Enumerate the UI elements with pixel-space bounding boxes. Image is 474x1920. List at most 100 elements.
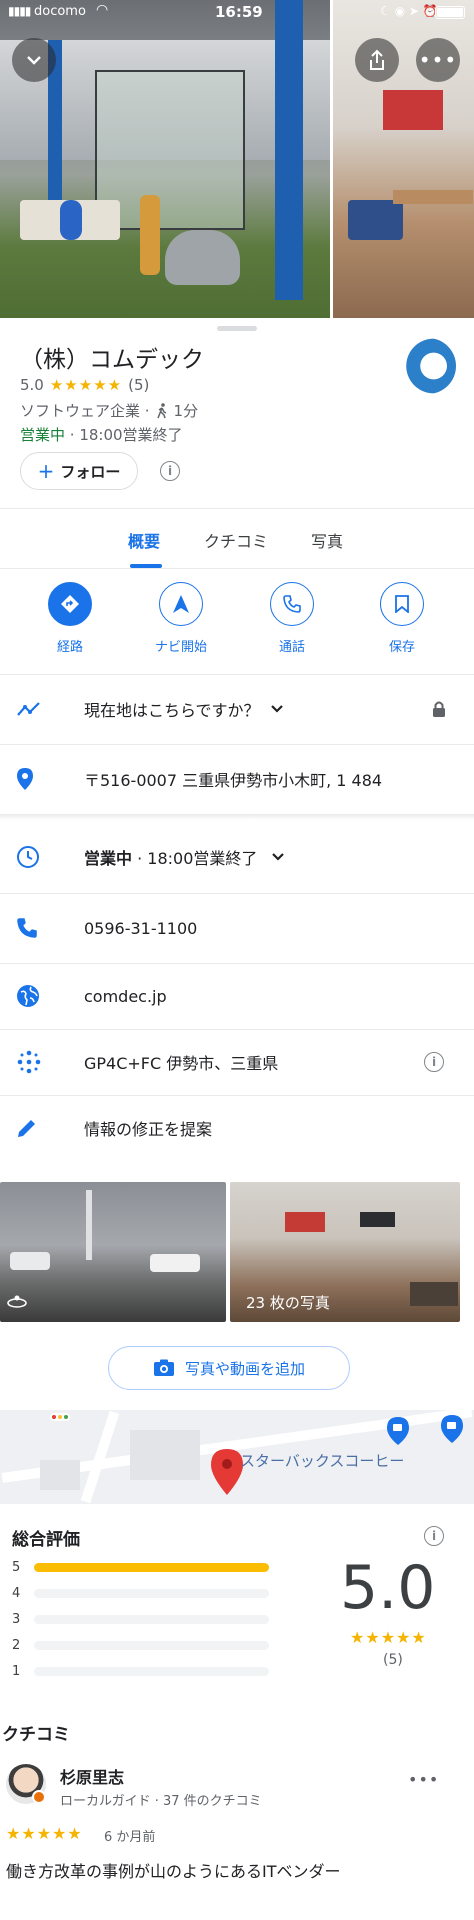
share-button[interactable]: [355, 38, 399, 82]
ratings-heading: 総合評価: [12, 1530, 80, 1550]
place-sheet: （株）コムデック 5.0 ★★★★★ (5) ソフトウェア企業 · 1分 営業中…: [0, 318, 474, 1920]
sign-pole: [86, 1190, 92, 1260]
hours-text: 営業中 · 18:00営業終了: [84, 845, 257, 869]
map-poi-label: スターバックスコーヒー: [240, 1452, 405, 1470]
sofa: [410, 1282, 458, 1306]
place-name: （株）コムデック: [20, 347, 204, 373]
pencil-icon: [0, 1117, 56, 1139]
more-options-button[interactable]: •••: [416, 38, 460, 82]
follow-button[interactable]: + フォロー: [20, 452, 138, 490]
save-button[interactable]: 保存: [357, 582, 447, 655]
plus-code-row[interactable]: GP4C+FC 伊勢市、三重県 i: [0, 1029, 474, 1095]
phone-number: 0596-31-1100: [84, 918, 198, 938]
review-time: 6 か月前: [104, 1830, 156, 1845]
red-panel: [285, 1212, 325, 1232]
bookmark-icon: [380, 582, 424, 626]
hours-close: · 18:00営業終了: [132, 849, 258, 868]
local-guide-badge-icon: [32, 1790, 46, 1804]
rating-bar-fill: [34, 1563, 269, 1572]
rating-bar-label: 5: [12, 1560, 21, 1575]
signal-icon: ▮▮▮▮: [8, 4, 31, 18]
street-view-photo[interactable]: [0, 1182, 226, 1322]
wall-monitor: [360, 1212, 395, 1227]
status-icons: ☾ ◉ ➤ ⏰: [380, 4, 438, 18]
review-count: (5): [128, 376, 150, 394]
walking-icon: [156, 402, 166, 418]
rating-bar-label: 1: [12, 1664, 21, 1679]
drag-handle[interactable]: [217, 326, 257, 331]
street-view-icon: [7, 1295, 27, 1308]
reviewer-meta: ローカルガイド · 37 件のクチコミ: [60, 1794, 262, 1809]
photo-count-label: 23 枚の写真: [246, 1294, 330, 1312]
rating-stars: ★★★★★: [49, 376, 123, 394]
overall-score: 5.0: [340, 1553, 436, 1623]
elephant-toy: [165, 230, 240, 285]
info-icon[interactable]: i: [424, 1052, 444, 1072]
reviewer-name[interactable]: 杉原里志: [60, 1764, 124, 1788]
tab-overview[interactable]: 概要: [128, 528, 160, 552]
walk-time: 1分: [173, 402, 199, 420]
blue-pillar: [275, 0, 303, 300]
location-check-row[interactable]: 現在地はこちらですか？: [0, 674, 474, 744]
car: [10, 1252, 50, 1270]
hours-row[interactable]: 営業中 · 18:00営業終了: [0, 824, 474, 890]
address-row[interactable]: 〒516-0007 三重県伊勢市小木町, 1 484: [0, 744, 474, 814]
rating-row[interactable]: 5.0 ★★★★★ (5): [20, 376, 149, 394]
lock-icon: [433, 701, 445, 717]
red-cabinet: [383, 90, 443, 130]
call-label: 通話: [278, 640, 305, 655]
directions-icon: [48, 582, 92, 626]
tab-reviews[interactable]: クチコミ: [204, 528, 268, 552]
wood-table: [393, 190, 473, 204]
review-more-icon[interactable]: •••: [408, 1770, 439, 1789]
rating-bar-track: [34, 1667, 269, 1676]
reviewer-avatar[interactable]: [6, 1764, 46, 1804]
phone-row[interactable]: 0596-31-1100: [0, 893, 474, 963]
start-navigation-label: ナビ開始: [154, 640, 207, 655]
section-shadow: [0, 814, 474, 820]
overall-count: (5): [383, 1652, 403, 1668]
carrier-label: docomo: [34, 4, 86, 19]
start-navigation-button[interactable]: ナビ開始: [136, 582, 226, 655]
rating-value: 5.0: [20, 376, 44, 394]
globe-icon: [0, 984, 56, 1008]
info-icon[interactable]: i: [424, 1526, 444, 1546]
open-status: 営業中: [20, 426, 66, 444]
rating-bar-track: [34, 1589, 269, 1598]
location-pin-icon: [0, 767, 56, 791]
navigation-arrow-icon: [159, 582, 203, 626]
rating-distribution: 5 4 3 2 1: [12, 1560, 274, 1693]
location-prompt: 現在地はこちらですか？: [84, 701, 260, 720]
phone-icon: [270, 582, 314, 626]
save-label: 保存: [388, 640, 415, 655]
divider: [0, 508, 474, 509]
plus-code-text: GP4C+FC 伊勢市、三重県: [84, 1054, 279, 1073]
review-text: 働き方改革の事例が山のようにあるITベンダー: [6, 1862, 341, 1881]
chevron-down-icon: [27, 56, 41, 65]
all-photos-tile[interactable]: 23 枚の写真: [230, 1182, 460, 1322]
add-photo-label: 写真や動画を追加: [184, 1359, 305, 1378]
clock: 16:59: [215, 3, 263, 21]
clock-icon: [0, 845, 56, 869]
website-row[interactable]: comdec.jp: [0, 963, 474, 1029]
add-photo-button[interactable]: 写真や動画を追加: [108, 1346, 350, 1390]
cafe-pin-icon: [387, 1417, 409, 1445]
map-pin-icon: [211, 1449, 243, 1495]
hours-status: 営業中: [84, 849, 133, 868]
info-icon[interactable]: i: [160, 461, 180, 481]
call-button[interactable]: 通話: [247, 582, 337, 655]
tab-photos[interactable]: 写真: [311, 528, 343, 552]
camera-icon: [153, 1359, 174, 1376]
collapse-button[interactable]: [12, 38, 56, 82]
rating-bar-track: [34, 1641, 269, 1650]
open-status-row: 営業中 · 18:00営業終了: [20, 424, 183, 445]
closing-time: · 18:00営業終了: [65, 426, 183, 444]
chevron-down-icon: [270, 705, 283, 713]
address-text: 〒516-0007 三重県伊勢市小木町, 1 484: [84, 771, 383, 790]
plus-code-icon: [0, 1049, 56, 1075]
directions-button[interactable]: 経路: [25, 582, 115, 655]
suggest-edit-row[interactable]: 情報の修正を提案: [0, 1095, 474, 1161]
status-bar: ▮▮▮▮ docomo ◠ 16:59 ☾ ◉ ➤ ⏰: [0, 0, 474, 26]
mini-map[interactable]: スターバックスコーヒー: [0, 1410, 474, 1504]
website-link: comdec.jp: [84, 986, 167, 1006]
